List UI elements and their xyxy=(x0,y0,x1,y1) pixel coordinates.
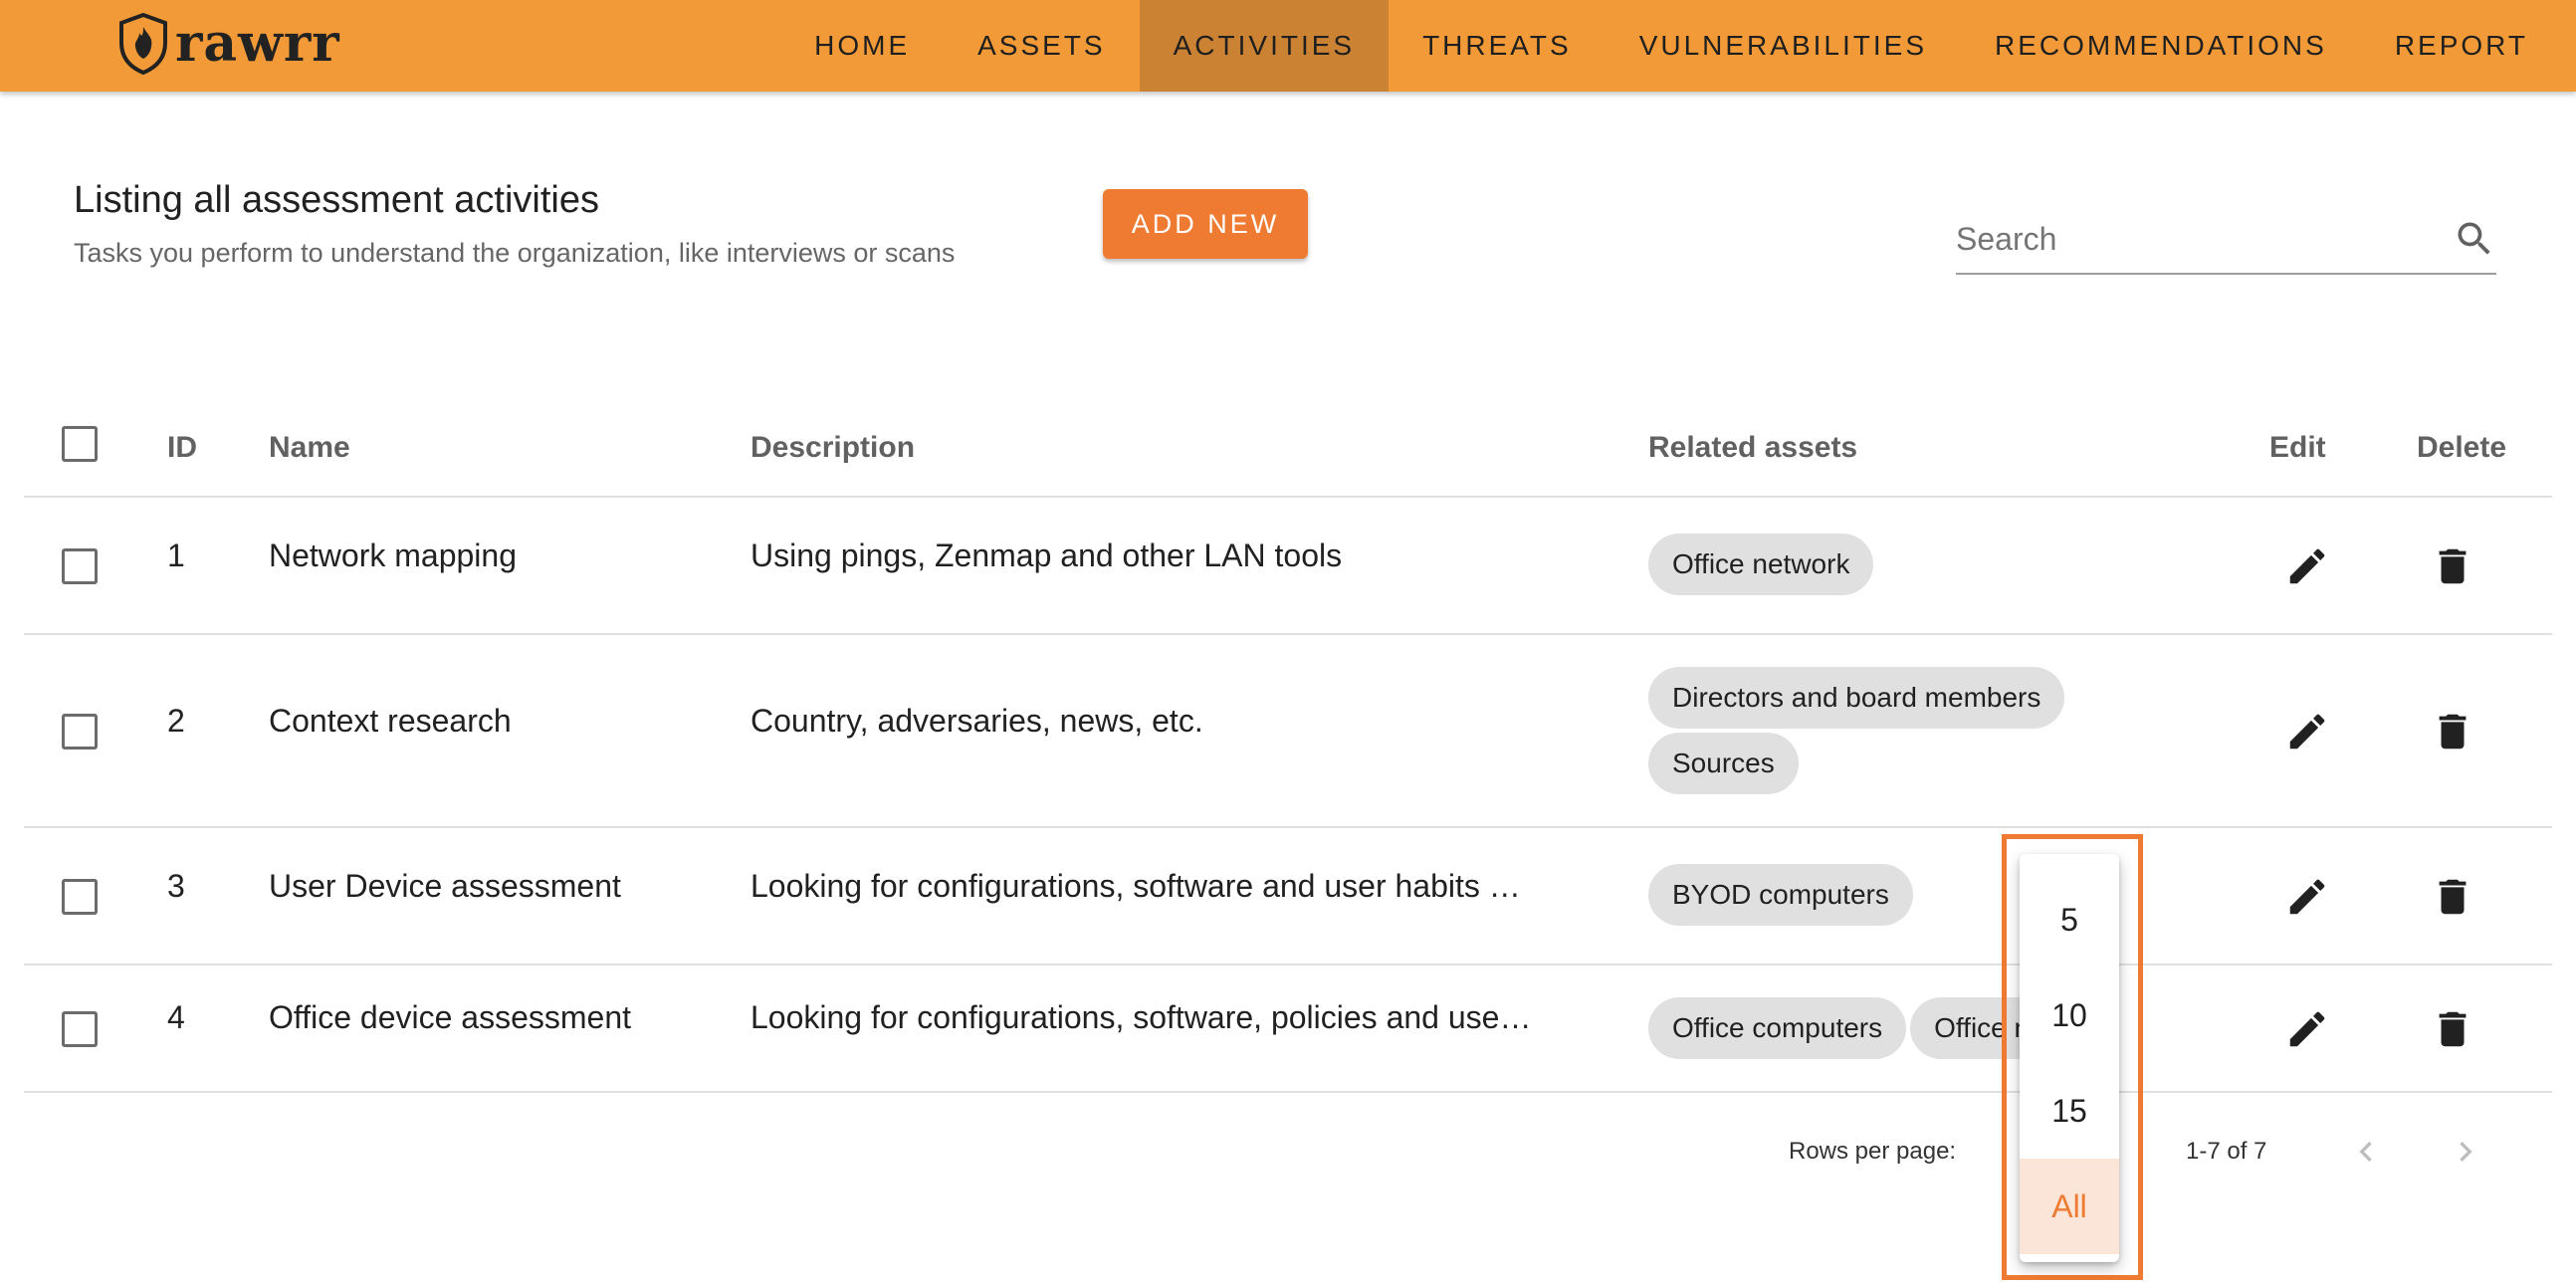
row-description: Using pings, Zenmap and other LAN tools xyxy=(751,537,1343,573)
nav-item-report[interactable]: REPORT xyxy=(2361,0,2562,92)
asset-chip: Office computers xyxy=(1648,997,1907,1059)
chevron-right-icon xyxy=(2460,1142,2472,1162)
row-checkbox[interactable] xyxy=(62,714,98,750)
related-assets: BYOD computers xyxy=(1648,864,2246,926)
nav-item-vulnerabilities[interactable]: VULNERABILITIES xyxy=(1606,0,1961,92)
asset-chip: BYOD computers xyxy=(1648,864,1913,926)
row-id: 4 xyxy=(167,999,185,1035)
table-row[interactable]: 3 User Device assessment Looking for confi… xyxy=(24,828,2552,966)
previous-page-button[interactable] xyxy=(2339,1125,2393,1179)
table-footer: Rows per page: 1-7 of 7 xyxy=(0,1095,2576,1204)
column-header-delete: Delete xyxy=(2417,431,2507,464)
app-bar: rawrr HOME ASSETS ACTIVITIES THREATS VULNERA… xyxy=(0,0,2576,92)
page-subtitle: Tasks you perform to understand the orga… xyxy=(74,238,956,268)
table-row[interactable]: 4 Office device assessment Looking for con… xyxy=(24,966,2552,1093)
pencil-icon xyxy=(2289,879,2325,915)
column-header-name[interactable]: Name xyxy=(269,398,350,498)
nav-item-recommendations[interactable]: RECOMMENDATIONS xyxy=(1961,0,2361,92)
related-assets: Office network xyxy=(1648,534,2246,595)
main-nav: HOME ASSETS ACTIVITIES THREATS VULNERABILITI… xyxy=(780,0,2562,92)
table-row[interactable]: 1 Network mapping Using pings, Zenmap and … xyxy=(24,498,2552,635)
trash-icon xyxy=(2439,714,2467,750)
row-checkbox[interactable] xyxy=(62,879,98,915)
column-header-description[interactable]: Description xyxy=(751,398,915,498)
row-name: Context research xyxy=(269,703,512,739)
rows-option-15[interactable]: 15 xyxy=(2020,1063,2119,1159)
search-icon[interactable] xyxy=(2453,217,2496,261)
pagination-range: 1-7 of 7 xyxy=(2186,1138,2267,1165)
trash-icon xyxy=(2439,879,2467,915)
shield-flame-icon xyxy=(119,13,167,75)
page-title: Listing all assessment activities xyxy=(74,179,599,221)
table-header: ID Name Description Related assets Edit … xyxy=(24,398,2552,498)
row-description: Looking for configurations, software, po… xyxy=(751,999,1532,1035)
pencil-icon xyxy=(2289,548,2325,584)
row-checkbox[interactable] xyxy=(62,1011,98,1047)
nav-item-home[interactable]: HOME xyxy=(780,0,944,92)
row-description: Looking for configurations, software and… xyxy=(751,868,1521,904)
select-all-checkbox[interactable] xyxy=(62,426,98,462)
rows-per-page-label: Rows per page: xyxy=(1789,1138,1957,1165)
nav-item-assets[interactable]: ASSETS xyxy=(944,0,1139,92)
page-heading: Listing all assessment activities Tasks … xyxy=(74,179,955,269)
table-row[interactable]: 2 Context research Country, adversaries, n… xyxy=(24,635,2552,828)
column-header-related-assets: Related assets xyxy=(1648,431,1858,464)
row-description: Country, adversaries, news, etc. xyxy=(751,703,1203,739)
edit-button[interactable] xyxy=(2275,700,2339,763)
pencil-icon xyxy=(2289,714,2325,750)
rows-option-all[interactable]: All xyxy=(2020,1159,2119,1254)
nav-item-threats[interactable]: THREATS xyxy=(1389,0,1606,92)
asset-chip: Sources xyxy=(1648,733,1799,794)
edit-button[interactable] xyxy=(2275,535,2339,598)
brand-name: rawrr xyxy=(175,13,340,74)
edit-button[interactable] xyxy=(2275,865,2339,929)
row-checkbox[interactable] xyxy=(62,548,98,584)
related-assets: Office computers Office n xyxy=(1648,997,2246,1059)
search-input[interactable] xyxy=(1956,209,2434,269)
trash-icon xyxy=(2439,548,2467,584)
brand-logo[interactable]: rawrr xyxy=(117,12,340,76)
column-header-id[interactable]: ID xyxy=(167,398,197,498)
delete-button[interactable] xyxy=(2421,997,2484,1061)
pencil-icon xyxy=(2289,1011,2325,1047)
edit-button[interactable] xyxy=(2275,997,2339,1061)
delete-button[interactable] xyxy=(2421,700,2484,763)
asset-chip: Office network xyxy=(1648,534,1874,595)
rows-per-page-menu: 5 10 15 All xyxy=(2020,854,2119,1262)
chevron-left-icon xyxy=(2359,1142,2372,1162)
search-field xyxy=(1956,209,2496,275)
row-name: Network mapping xyxy=(269,537,517,573)
column-header-edit: Edit xyxy=(2269,431,2326,464)
add-new-button[interactable]: ADD NEW xyxy=(1103,189,1308,259)
row-id: 2 xyxy=(167,703,185,739)
activities-table: ID Name Description Related assets Edit … xyxy=(24,398,2552,1093)
row-id: 1 xyxy=(167,537,185,573)
nav-item-activities[interactable]: ACTIVITIES xyxy=(1139,0,1390,92)
table-body: 1 Network mapping Using pings, Zenmap and … xyxy=(24,498,2552,1093)
rows-option-5[interactable]: 5 xyxy=(2020,872,2119,967)
row-name: User Device assessment xyxy=(269,868,621,904)
rows-option-10[interactable]: 10 xyxy=(2020,967,2119,1063)
related-assets: Directors and board members Sources xyxy=(1648,667,2246,794)
asset-chip: Directors and board members xyxy=(1648,667,2065,729)
trash-icon xyxy=(2439,1011,2467,1047)
row-name: Office device assessment xyxy=(269,999,632,1035)
delete-button[interactable] xyxy=(2421,535,2484,598)
delete-button[interactable] xyxy=(2421,865,2484,929)
next-page-button[interactable] xyxy=(2439,1125,2492,1179)
row-id: 3 xyxy=(167,868,185,904)
